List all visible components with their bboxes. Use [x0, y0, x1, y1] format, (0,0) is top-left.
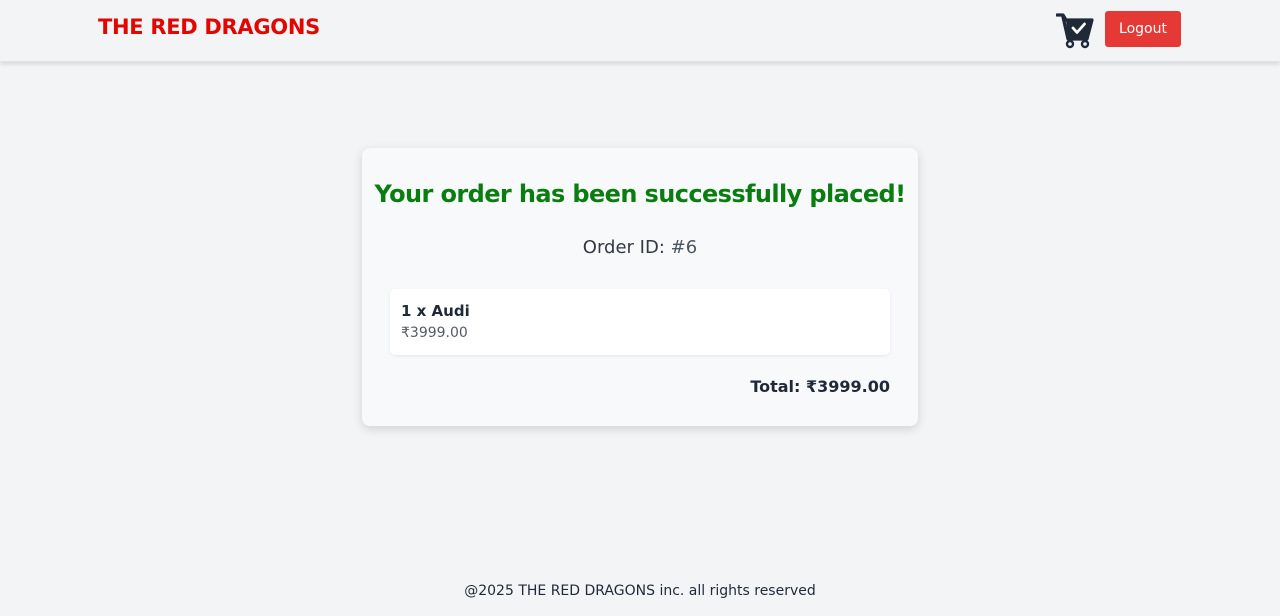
brand-logo[interactable]: THE RED DRAGONS: [98, 15, 320, 39]
order-id: Order ID: #6: [362, 237, 918, 258]
footer-copyright: @2025 THE RED DRAGONS inc. all rights re…: [464, 583, 816, 599]
logout-button[interactable]: Logout: [1105, 11, 1181, 47]
navbar: THE RED DRAGONS Logout: [0, 0, 1280, 62]
success-message: Your order has been successfully placed!: [374, 180, 907, 208]
order-item: 1 x Audi ₹3999.00: [390, 289, 890, 355]
order-total: Total: ₹3999.00: [750, 377, 890, 396]
order-id-label: Order ID:: [582, 237, 665, 258]
item-name: 1 x Audi: [401, 302, 470, 320]
order-confirmation-card: Your order has been successfully placed!…: [362, 148, 918, 426]
cart-check-icon[interactable]: [1055, 11, 1094, 49]
order-id-value: #6: [670, 237, 698, 258]
item-price: ₹3999.00: [401, 325, 468, 341]
